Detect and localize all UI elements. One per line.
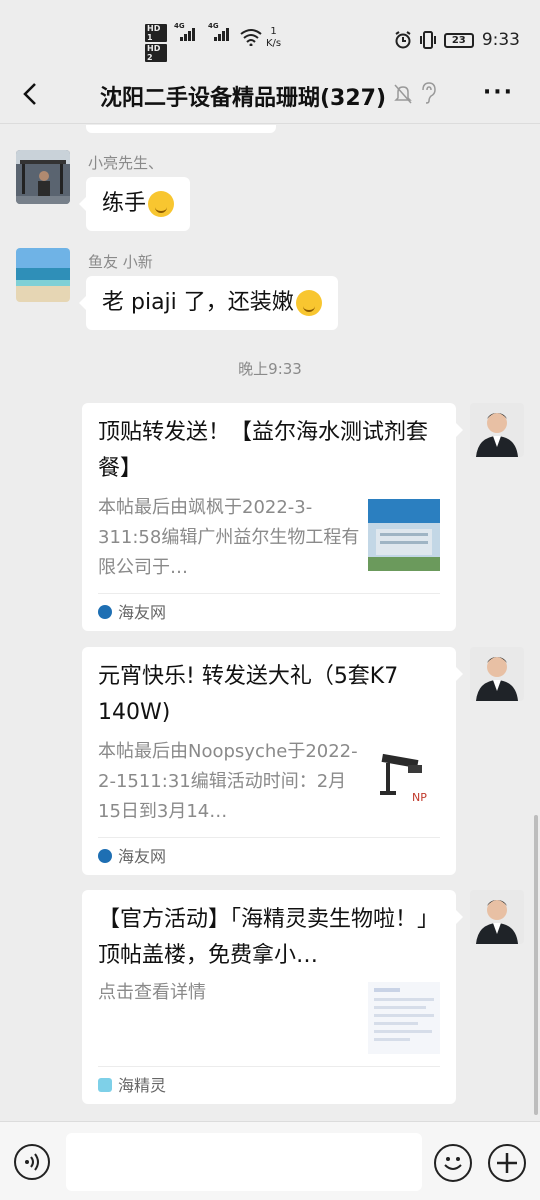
vibrate-icon (419, 31, 436, 49)
card-description: 本帖最后由Noopsyche于2022-2-1511:31编辑活动时间：2月15… (98, 741, 358, 822)
card-title: 顶贴转发送！【益尔海水测试剂套餐】 (98, 420, 429, 481)
battery-indicator: 23 (443, 32, 474, 48)
sim-indicator: HD 1 HD 2 (145, 24, 167, 64)
message-input[interactable] (66, 1133, 422, 1191)
emoji-button[interactable] (434, 1144, 472, 1182)
card-thumbnail (368, 499, 440, 571)
sim1-label: HD 1 (145, 24, 167, 42)
clock: 9:33 (481, 30, 520, 50)
previous-message-bubble (86, 125, 276, 133)
card-thumbnail: NP (368, 743, 440, 815)
chevron-left-icon[interactable] (18, 80, 46, 108)
svg-text:NP: NP (412, 791, 427, 804)
card-source-label: 海友网 (118, 603, 167, 622)
bell-off-icon (394, 84, 412, 104)
haijingling-logo-icon (98, 1077, 112, 1092)
card-thumbnail (368, 982, 440, 1054)
haiyou-logo-icon (98, 848, 112, 863)
plus-icon (497, 1153, 517, 1173)
card-description: 点击查看详情 (98, 982, 206, 1003)
signal-2-icon: 4G (208, 22, 229, 41)
chat-title: 沈阳二手设备精品珊瑚(327) (100, 86, 387, 111)
sim2-label: HD 2 (145, 44, 167, 62)
ear-icon (422, 82, 436, 104)
laughing-tears-emoji-icon (295, 290, 322, 316)
speed-unit: K/s (266, 38, 282, 49)
card-source: 海友网 (98, 837, 440, 875)
add-attachment-button[interactable] (488, 1144, 526, 1182)
alarm-icon (395, 31, 411, 49)
haiyou-logo-icon (98, 604, 112, 619)
card-source: 海友网 (98, 593, 440, 631)
signal-1-icon: 4G (174, 22, 195, 41)
more-options-button[interactable]: ··· (483, 80, 514, 105)
card-source: 海精灵 (98, 1066, 440, 1104)
card-source-label: 海友网 (118, 847, 167, 866)
speed-value: 1 (270, 26, 277, 37)
link-card[interactable]: 顶贴转发送！【益尔海水测试剂套餐】 本帖最后由飒枫于2022-3-311:58编… (82, 403, 463, 631)
network-2-label: 4G (208, 22, 219, 30)
message-timestamp: 晚上9:33 (238, 360, 302, 378)
network-speed: 1 K/s (266, 26, 281, 50)
chat-area[interactable]: 小亮先生、 练手 鱼友 小新 老 piaji 了，还装嫩 晚上9:33 顶贴转发… (0, 125, 540, 1120)
link-card[interactable]: 【官方活动】「海精灵卖生物啦！」顶帖盖楼，免费拿小… 点击查看详情 海精灵 (82, 890, 463, 1104)
card-title: 【官方活动】「海精灵卖生物啦！」顶帖盖楼，免费拿小… (98, 907, 440, 968)
card-source-label: 海精灵 (118, 1076, 167, 1095)
message-text: 老 piaji 了，还装嫩 (102, 290, 294, 315)
sender-name: 鱼友 小新 (88, 253, 153, 271)
avatar[interactable] (16, 150, 70, 204)
avatar[interactable] (470, 647, 524, 701)
scrollbar[interactable] (534, 815, 538, 1115)
voice-input-button[interactable] (14, 1144, 50, 1180)
network-1-label: 4G (174, 22, 185, 30)
message-text: 练手 (102, 191, 147, 216)
grimacing-emoji-icon (148, 191, 175, 217)
message-bubble[interactable]: 练手 (78, 177, 191, 231)
wifi-icon (240, 29, 262, 46)
card-description: 本帖最后由飒枫于2022-3-311:58编辑广州益尔生物工程有限公司于… (98, 497, 360, 578)
voice-icon (25, 1153, 39, 1171)
avatar[interactable] (470, 403, 524, 457)
input-bar (0, 1121, 540, 1200)
chat-header: 沈阳二手设备精品珊瑚(327) ··· (0, 66, 540, 124)
smiley-icon (444, 1157, 462, 1170)
avatar[interactable] (16, 248, 70, 302)
avatar[interactable] (470, 890, 524, 944)
sender-name: 小亮先生、 (88, 154, 164, 172)
status-bar: HD 1 HD 2 4G 4G 1 K/s 23 9:33 (0, 0, 540, 66)
card-title: 元宵快乐! 转发送大礼（5套K7 140W) (98, 664, 399, 725)
message-bubble[interactable]: 老 piaji 了，还装嫩 (79, 276, 338, 330)
link-card[interactable]: 元宵快乐! 转发送大礼（5套K7 140W) 本帖最后由Noopsyche于20… (82, 647, 463, 875)
